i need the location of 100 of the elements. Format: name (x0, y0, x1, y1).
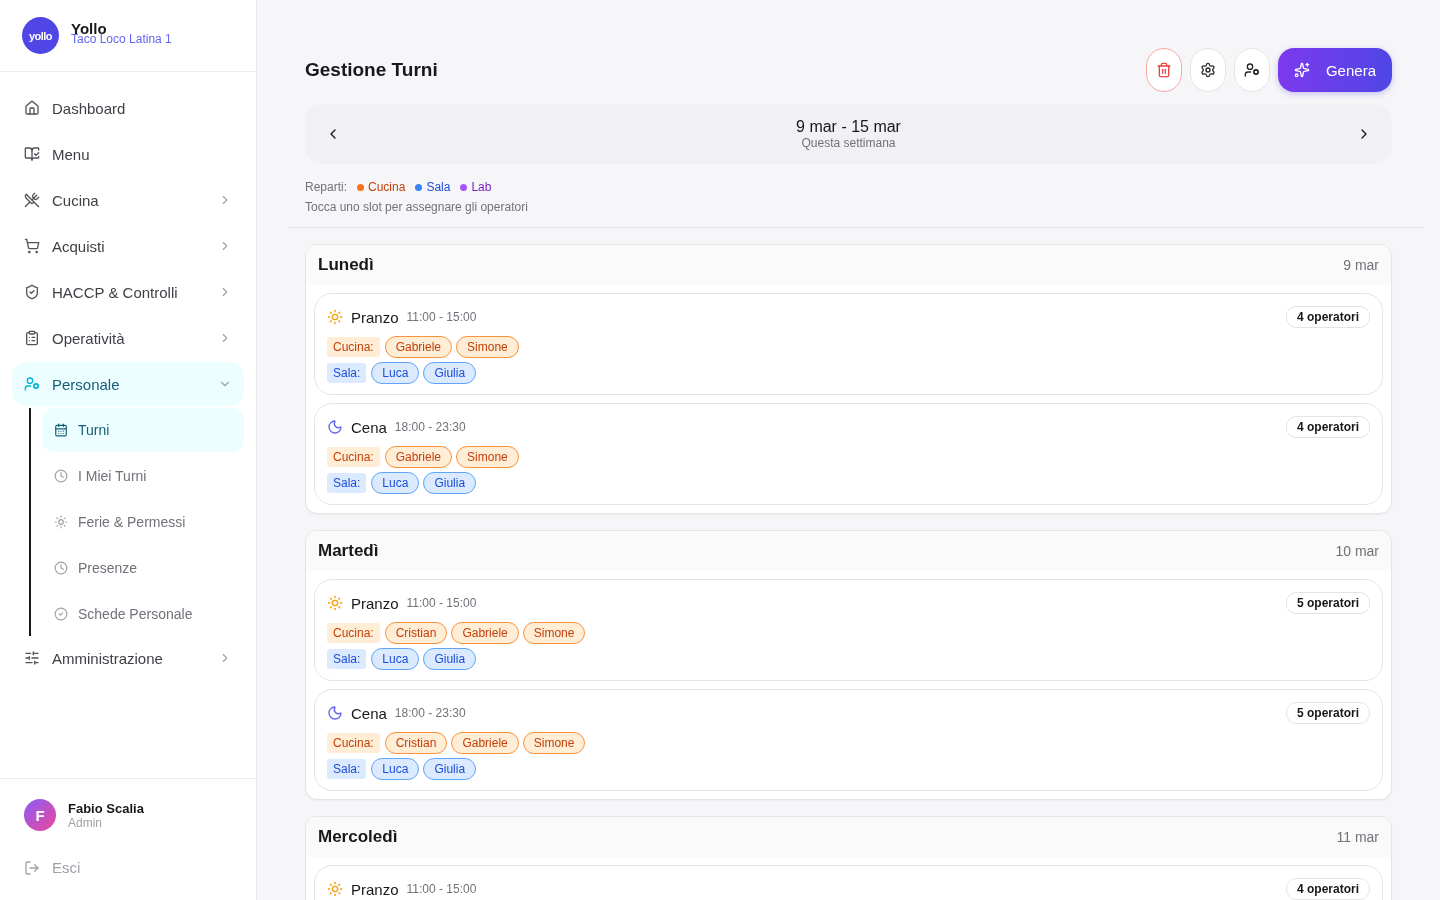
nav-item[interactable]: Operatività (12, 316, 244, 360)
operator-chip: Giulia (423, 472, 477, 494)
home-icon (24, 100, 40, 116)
calendar-icon (54, 423, 68, 437)
operator-chip: Giulia (423, 758, 477, 780)
staff-button[interactable] (1233, 48, 1270, 92)
check-circle-icon (54, 607, 68, 621)
shift-time: 11:00 - 15:00 (406, 596, 478, 610)
shift-slot[interactable]: Pranzo 11:00 - 15:00 4 operatori Cucina: Gabriele Simone Sala: Luca Giulia (314, 293, 1383, 395)
nav-item[interactable]: Dashboard (12, 86, 244, 130)
nav-item[interactable]: Menu (12, 132, 244, 176)
brand-name: Yollo (71, 22, 107, 34)
shift-name: Pranzo (351, 594, 399, 612)
shift-time: 11:00 - 15:00 (406, 310, 478, 324)
clock-icon (54, 469, 68, 483)
logout-icon (24, 859, 40, 876)
legend-item: Sala (426, 180, 451, 194)
settings-icon (1199, 62, 1216, 78)
nav-item[interactable]: HACCP & Controlli (12, 270, 244, 314)
week-caption: Questa settimana (801, 136, 896, 150)
operator-chip: Luca (371, 648, 420, 670)
operator-chip: Simone (522, 622, 586, 644)
department-label: Sala: (327, 473, 367, 493)
trash-icon (1155, 62, 1172, 78)
operator-chip: Gabriele (451, 732, 519, 754)
nav-subitem[interactable]: Ferie & Permessi (42, 500, 244, 544)
operator-chip: Simone (456, 336, 519, 358)
operator-count: 4 operatori (1286, 416, 1370, 438)
cart-icon (24, 238, 40, 254)
shift-name: Pranzo (351, 880, 399, 898)
day-date: 10 mar (1335, 543, 1379, 559)
legend-item: Cucina (368, 180, 406, 194)
operator-count: 5 operatori (1286, 702, 1370, 724)
shift-time: 18:00 - 23:30 (394, 420, 467, 434)
nav-subitem[interactable]: Presenze (42, 546, 244, 590)
department-label: Sala: (327, 759, 367, 779)
sun-icon (327, 595, 343, 611)
shift-slot[interactable]: Cena 18:00 - 23:30 5 operatori Cucina: Cristian Gabriele Simone Sala: Luca Giulia (314, 689, 1383, 791)
sparkles-icon (1293, 62, 1310, 78)
operator-chip: Cristian (384, 732, 448, 754)
shift-time: 18:00 - 23:30 (394, 706, 467, 720)
sun-icon (327, 309, 343, 325)
operator-chip: Giulia (423, 362, 477, 384)
nav-item[interactable]: Personale (12, 362, 244, 406)
generate-button[interactable]: Genera (1277, 48, 1392, 92)
user-icon (24, 376, 40, 392)
department-label: Sala: (327, 363, 367, 383)
shift-time: 11:00 - 15:00 (406, 882, 478, 896)
user-icon (1243, 62, 1260, 78)
shield-icon (24, 284, 40, 300)
utensils-icon (24, 192, 40, 208)
nav-subitem[interactable]: Turni (42, 408, 244, 452)
day-name: Mercoledì (318, 827, 398, 847)
hint-text: Tocca uno slot per assegnare gli operatori (305, 200, 529, 216)
clipboard-icon (24, 330, 40, 346)
operator-count: 5 operatori (1286, 592, 1370, 614)
operator-chip: Gabriele (451, 622, 519, 644)
department-label: Cucina: (327, 733, 380, 753)
operator-count: 4 operatori (1286, 878, 1370, 900)
shift-slot[interactable]: Cena 18:00 - 23:30 4 operatori Cucina: Gabriele Simone Sala: Luca Giulia (314, 403, 1383, 505)
shift-name: Cena (351, 418, 387, 436)
shift-slot[interactable]: Pranzo 11:00 - 15:00 4 operatori (314, 865, 1383, 900)
moon-icon (327, 705, 343, 721)
operator-chip: Gabriele (384, 336, 453, 358)
clock-icon (54, 561, 68, 575)
user-role: Admin (68, 815, 103, 830)
sun-icon (54, 515, 68, 529)
day-name: Lunedì (318, 255, 374, 275)
operator-chip: Simone (522, 732, 586, 754)
user-name: Fabio Scalia (68, 800, 144, 816)
department-label: Sala: (327, 649, 367, 669)
operator-count: 4 operatori (1286, 306, 1370, 328)
shift-slot[interactable]: Pranzo 11:00 - 15:00 5 operatori Cucina: Cristian Gabriele Simone Sala: Luca Giulia (314, 579, 1383, 681)
sliders-icon (24, 650, 40, 666)
department-label: Cucina: (327, 337, 380, 357)
operator-chip: Luca (371, 362, 420, 384)
week-range: 9 mar - 15 mar (796, 118, 901, 136)
moon-icon (327, 419, 343, 435)
logo: yollo (22, 17, 59, 54)
delete-button[interactable] (1145, 48, 1182, 92)
operator-chip: Simone (456, 446, 519, 468)
sun-icon (327, 881, 343, 897)
book-icon (24, 146, 40, 162)
day-date: 11 mar (1336, 829, 1379, 845)
legend-item: Lab (471, 180, 492, 194)
operator-chip: Cristian (384, 622, 448, 644)
nav-item[interactable]: Acquisti (12, 224, 244, 268)
nav-item[interactable]: Cucina (12, 178, 244, 222)
department-label: Cucina: (327, 447, 380, 467)
operator-chip: Giulia (423, 648, 477, 670)
nav-subitem[interactable]: Schede Personale (42, 592, 244, 636)
avatar: F (24, 799, 56, 831)
nav-item[interactable]: Amministrazione (12, 636, 244, 680)
location-name: Taco Loco Latina 1 (71, 33, 172, 45)
nav-subitem[interactable]: I Miei Turni (42, 454, 244, 498)
operator-chip: Gabriele (384, 446, 453, 468)
operator-chip: Luca (371, 472, 420, 494)
settings-button[interactable] (1189, 48, 1226, 92)
day-name: Martedì (318, 541, 379, 561)
day-date: 9 mar (1343, 257, 1379, 273)
